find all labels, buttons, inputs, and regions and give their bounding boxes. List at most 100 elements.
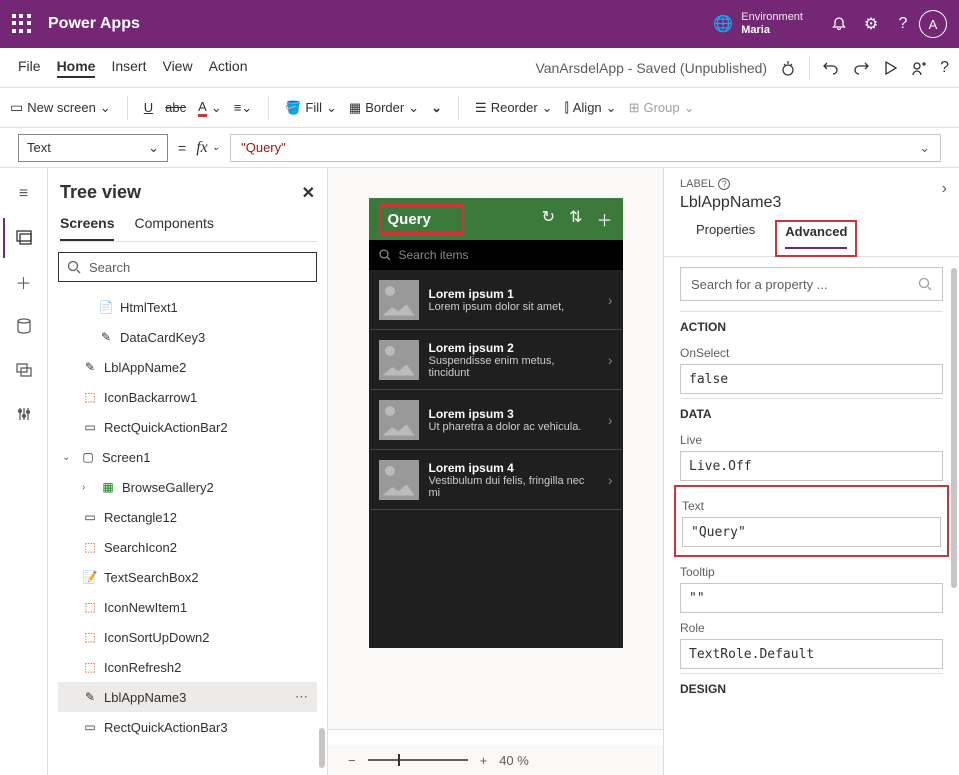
info-icon[interactable]: ? — [718, 178, 730, 190]
rail-advanced-tools[interactable] — [4, 394, 44, 434]
rail-data[interactable] — [4, 306, 44, 346]
tree-node-rectqab2[interactable]: ▭RectQuickActionBar2 — [58, 412, 317, 442]
menu-insert[interactable]: Insert — [111, 58, 146, 78]
formula-input[interactable]: "Query" ⌄ — [230, 134, 941, 162]
chevron-right-icon: › — [608, 412, 613, 428]
tree-node-gallery[interactable]: ›▦BrowseGallery2 — [58, 472, 317, 502]
more-icon[interactable]: ⋯ — [295, 689, 309, 705]
app-launcher-icon[interactable] — [12, 14, 32, 34]
tree-node-lblappname2[interactable]: ✎LblAppName2 — [58, 352, 317, 382]
app-preview: Query ↻ ⇅ ＋ Search items Lorem ipsum 1Lo… — [369, 198, 623, 648]
group-icon: ⊞ — [629, 100, 640, 116]
zoom-slider[interactable] — [368, 759, 468, 761]
tab-advanced[interactable]: Advanced — [785, 224, 847, 249]
tab-components[interactable]: Components — [134, 215, 213, 241]
gallery-item[interactable]: Lorem ipsum 2Suspendisse enim metus, tin… — [369, 330, 623, 390]
rail-tree-view[interactable] — [3, 218, 43, 258]
zoom-in-button[interactable]: + — [480, 753, 488, 768]
property-search-input[interactable]: Search for a property ... — [680, 267, 943, 301]
menu-home[interactable]: Home — [57, 58, 96, 78]
gallery-item[interactable]: Lorem ipsum 1Lorem ipsum dolor sit amet,… — [369, 270, 623, 330]
menu-action[interactable]: Action — [209, 58, 248, 78]
fill-button[interactable]: 🪣 Fill⌄ — [285, 100, 337, 116]
input-text[interactable]: "Query" — [682, 517, 941, 547]
add-icon[interactable]: ＋ — [596, 207, 612, 231]
underline-button[interactable]: U — [144, 100, 153, 115]
control-name: LblAppName3 — [680, 190, 943, 222]
collapse-panel-icon[interactable]: › — [942, 180, 947, 198]
app-search-box[interactable]: Search items — [369, 240, 623, 270]
screen-icon: ▭ — [10, 99, 23, 116]
share-icon[interactable] — [910, 59, 928, 77]
tree-node-iconbackarrow[interactable]: ⬚IconBackarrow1 — [58, 382, 317, 412]
strikethrough-button[interactable]: abc — [165, 100, 186, 115]
environment-picker[interactable]: 🌐 Environment Maria — [713, 11, 803, 37]
tree-scrollbar[interactable] — [319, 728, 325, 768]
search-icon — [379, 249, 391, 261]
sort-icon[interactable]: ⇅ — [569, 207, 582, 231]
menu-file[interactable]: File — [18, 58, 41, 78]
canvas-hscrollbar[interactable] — [328, 729, 663, 745]
tree-node-textsearchbox2[interactable]: 📝TextSearchBox2 — [58, 562, 317, 592]
menu-view[interactable]: View — [162, 58, 192, 78]
border-icon: ▦ — [349, 100, 361, 116]
new-screen-button[interactable]: ▭ New screen ⌄ — [10, 99, 111, 116]
label-live: Live — [680, 433, 943, 447]
app-title-label[interactable]: Query — [379, 204, 464, 235]
align-button[interactable]: ⫿ Align⌄ — [565, 100, 617, 116]
redo-icon[interactable] — [852, 59, 870, 77]
fx-icon[interactable]: fx ⌄ — [196, 139, 220, 157]
tree-node-searchicon2[interactable]: ⬚SearchIcon2 — [58, 532, 317, 562]
right-panel-scrollbar[interactable] — [951, 268, 957, 588]
tree-node-htmltext[interactable]: 📄HtmlText1 — [58, 292, 317, 322]
tree-node-rectqab3[interactable]: ▭RectQuickActionBar3 — [58, 712, 317, 742]
user-avatar[interactable]: A — [919, 10, 947, 38]
align-text-button[interactable]: ≡⌄ — [234, 100, 252, 116]
rail-media[interactable] — [4, 350, 44, 390]
border-button[interactable]: ▦ Border⌄ — [349, 100, 419, 116]
tree-node-datacardkey[interactable]: ✎DataCardKey3 — [58, 322, 317, 352]
settings-icon[interactable]: ⚙ — [855, 8, 887, 40]
tree-node-iconrefresh[interactable]: ⬚IconRefresh2 — [58, 652, 317, 682]
input-tooltip[interactable]: "" — [680, 583, 943, 613]
more-format-button[interactable]: ⌄ — [431, 100, 442, 116]
property-dropdown[interactable]: Text ⌄ — [18, 134, 168, 162]
tree-node-iconnewitem[interactable]: ⬚IconNewItem1 — [58, 592, 317, 622]
refresh-icon[interactable]: ↻ — [542, 207, 555, 231]
chevron-right-icon: › — [608, 352, 613, 368]
undo-icon[interactable] — [822, 59, 840, 77]
app-checker-icon[interactable] — [779, 59, 797, 77]
label-onselect: OnSelect — [680, 346, 943, 360]
search-icon — [918, 277, 932, 291]
close-icon[interactable]: ✕ — [302, 183, 315, 203]
tree-node-lblappname3[interactable]: ✎LblAppName3⋯ — [58, 682, 317, 712]
zoom-value: 40 % — [499, 753, 529, 768]
rail-insert[interactable]: ＋ — [4, 262, 44, 302]
help-icon[interactable]: ? — [887, 8, 919, 40]
input-role[interactable]: TextRole.Default — [680, 639, 943, 669]
help2-icon[interactable]: ? — [940, 59, 949, 77]
tree-node-rect12[interactable]: ▭Rectangle12 — [58, 502, 317, 532]
chevron-down-icon: ⌄ — [148, 140, 159, 156]
tab-properties[interactable]: Properties — [696, 222, 755, 257]
zoom-out-button[interactable]: − — [348, 753, 356, 768]
equals-label: = — [178, 140, 186, 156]
group-button[interactable]: ⊞ Group⌄ — [629, 100, 695, 116]
gallery-item[interactable]: Lorem ipsum 4Vestibulum dui felis, fring… — [369, 450, 623, 510]
tree-search-input[interactable]: Search — [58, 252, 317, 282]
reorder-button[interactable]: ☰ Reorder⌄ — [475, 100, 553, 116]
label-text: Text — [682, 499, 941, 513]
rail-hamburger[interactable]: ≡ — [4, 174, 44, 214]
tree-node-screen1[interactable]: ⌄▢Screen1 — [58, 442, 317, 472]
section-action: ACTION — [680, 311, 943, 338]
tree-node-iconsortupdown[interactable]: ⬚IconSortUpDown2 — [58, 622, 317, 652]
input-onselect[interactable]: false — [680, 364, 943, 394]
notifications-icon[interactable] — [823, 8, 855, 40]
play-icon[interactable] — [882, 60, 898, 76]
tab-screens[interactable]: Screens — [60, 215, 114, 241]
input-live[interactable]: Live.Off — [680, 451, 943, 481]
font-color-button[interactable]: A⌄ — [198, 99, 222, 117]
gallery-item[interactable]: Lorem ipsum 3Ut pharetra a dolor ac vehi… — [369, 390, 623, 450]
chevron-right-icon: › — [608, 472, 613, 488]
section-design: DESIGN — [680, 673, 943, 700]
